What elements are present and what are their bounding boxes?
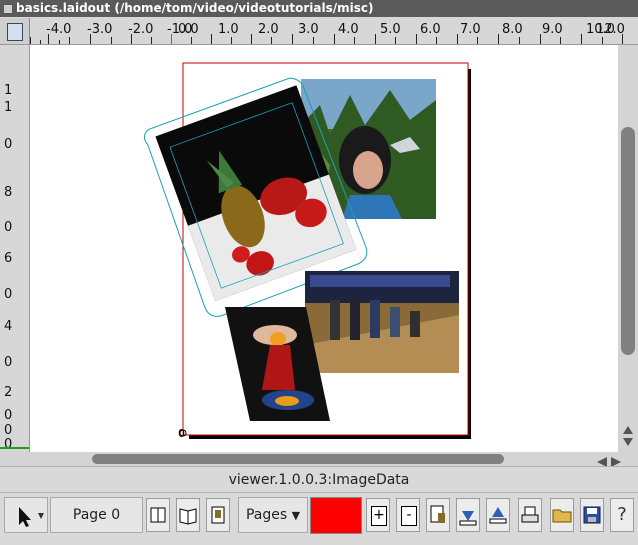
pages-dropdown[interactable]: Pages ▼ — [238, 497, 308, 533]
document-icon — [7, 23, 23, 41]
import-icon[interactable] — [456, 498, 480, 532]
scroll-arrows-icon[interactable] — [622, 425, 634, 447]
window-title-bar: basics.laidout (/home/tom/video/videotut… — [0, 0, 638, 17]
ruler-corner[interactable] — [0, 18, 30, 45]
remove-label: - — [401, 506, 417, 526]
layout-canvas[interactable]: 0 — [30, 45, 618, 452]
ruler-label: 8 — [4, 185, 13, 200]
horizontal-scrollbar[interactable] — [0, 452, 638, 467]
ruler-label: 2 — [4, 385, 13, 400]
canvas-svg[interactable]: 0 — [30, 45, 618, 452]
remove-page-button[interactable]: - — [396, 498, 420, 532]
ruler-label: -3.0 — [87, 22, 113, 37]
ruler-label: 0 — [4, 437, 13, 452]
export-icon[interactable] — [486, 498, 510, 532]
ruler-label: 8.0 — [502, 22, 523, 37]
window-menu-icon[interactable] — [4, 4, 12, 13]
ruler-label: -4.0 — [46, 22, 72, 37]
insert-page-icon[interactable] — [426, 498, 450, 532]
image-bowling[interactable] — [305, 271, 459, 373]
vertical-scrollbar[interactable] — [618, 45, 638, 452]
help-icon: ? — [617, 504, 627, 525]
ruler-label: 0 — [4, 355, 13, 370]
chevron-down-icon: ▼ — [291, 509, 301, 522]
ruler-label: 0.0 — [178, 22, 199, 37]
status-bar: viewer.1.0.0.3:ImageData — [0, 466, 638, 493]
ruler-label: 6 — [4, 251, 13, 266]
window-title: basics.laidout (/home/tom/video/videotut… — [16, 1, 374, 15]
bottom-toolbar: Page 0 Pages ▼ + - ? — [0, 493, 638, 539]
ruler-label: 9.0 — [542, 22, 563, 37]
horizontal-ruler[interactable]: -4.0 -3.0 -2.0 -1.0 0.0 1.0 2.0 3.0 4.0 … — [30, 18, 638, 45]
page-origin-label: 0 — [178, 427, 185, 440]
ruler-label: 6.0 — [420, 22, 441, 37]
horizontal-scroll-thumb[interactable] — [92, 454, 504, 464]
ruler-label: 0 — [4, 287, 13, 302]
color-swatch[interactable] — [310, 497, 362, 534]
ruler-label: 12.0 — [596, 22, 625, 37]
page-selector[interactable]: Page 0 — [50, 497, 143, 533]
tool-selector[interactable] — [4, 497, 48, 533]
ruler-label: 7.0 — [460, 22, 481, 37]
save-icon[interactable] — [580, 498, 604, 532]
book-open-icon[interactable] — [176, 498, 200, 532]
vertical-scroll-thumb[interactable] — [621, 127, 635, 355]
ruler-label: 0 — [4, 423, 13, 438]
book-single-icon[interactable] — [146, 498, 170, 532]
vertical-ruler[interactable]: 1 1 0 8 0 6 0 4 0 2 0 0 0 — [0, 45, 30, 452]
ruler-label: 0 — [4, 408, 13, 423]
help-button[interactable]: ? — [610, 498, 634, 532]
ruler-label: 0 — [4, 220, 13, 235]
print-icon[interactable] — [518, 498, 542, 532]
arrow-select-icon — [19, 507, 44, 527]
scroll-left-right-icon[interactable] — [596, 453, 622, 467]
ruler-label: 0 — [4, 137, 13, 152]
add-label: + — [371, 506, 387, 526]
add-page-button[interactable]: + — [366, 498, 390, 532]
open-folder-icon[interactable] — [550, 498, 574, 532]
ruler-label: 1.0 — [218, 22, 239, 37]
ruler-label: 4.0 — [338, 22, 359, 37]
status-text: viewer.1.0.0.3:ImageData — [228, 472, 410, 488]
ruler-label: 1 — [4, 100, 13, 115]
ruler-label: 1 — [4, 83, 13, 98]
ruler-label: 2.0 — [258, 22, 279, 37]
ruler-label: -2.0 — [128, 22, 154, 37]
pages-label: Pages — [245, 507, 288, 523]
page-turn-icon[interactable] — [206, 498, 230, 532]
ruler-label: 5.0 — [380, 22, 401, 37]
ruler-label: 4 — [4, 319, 13, 334]
ruler-label: 3.0 — [298, 22, 319, 37]
